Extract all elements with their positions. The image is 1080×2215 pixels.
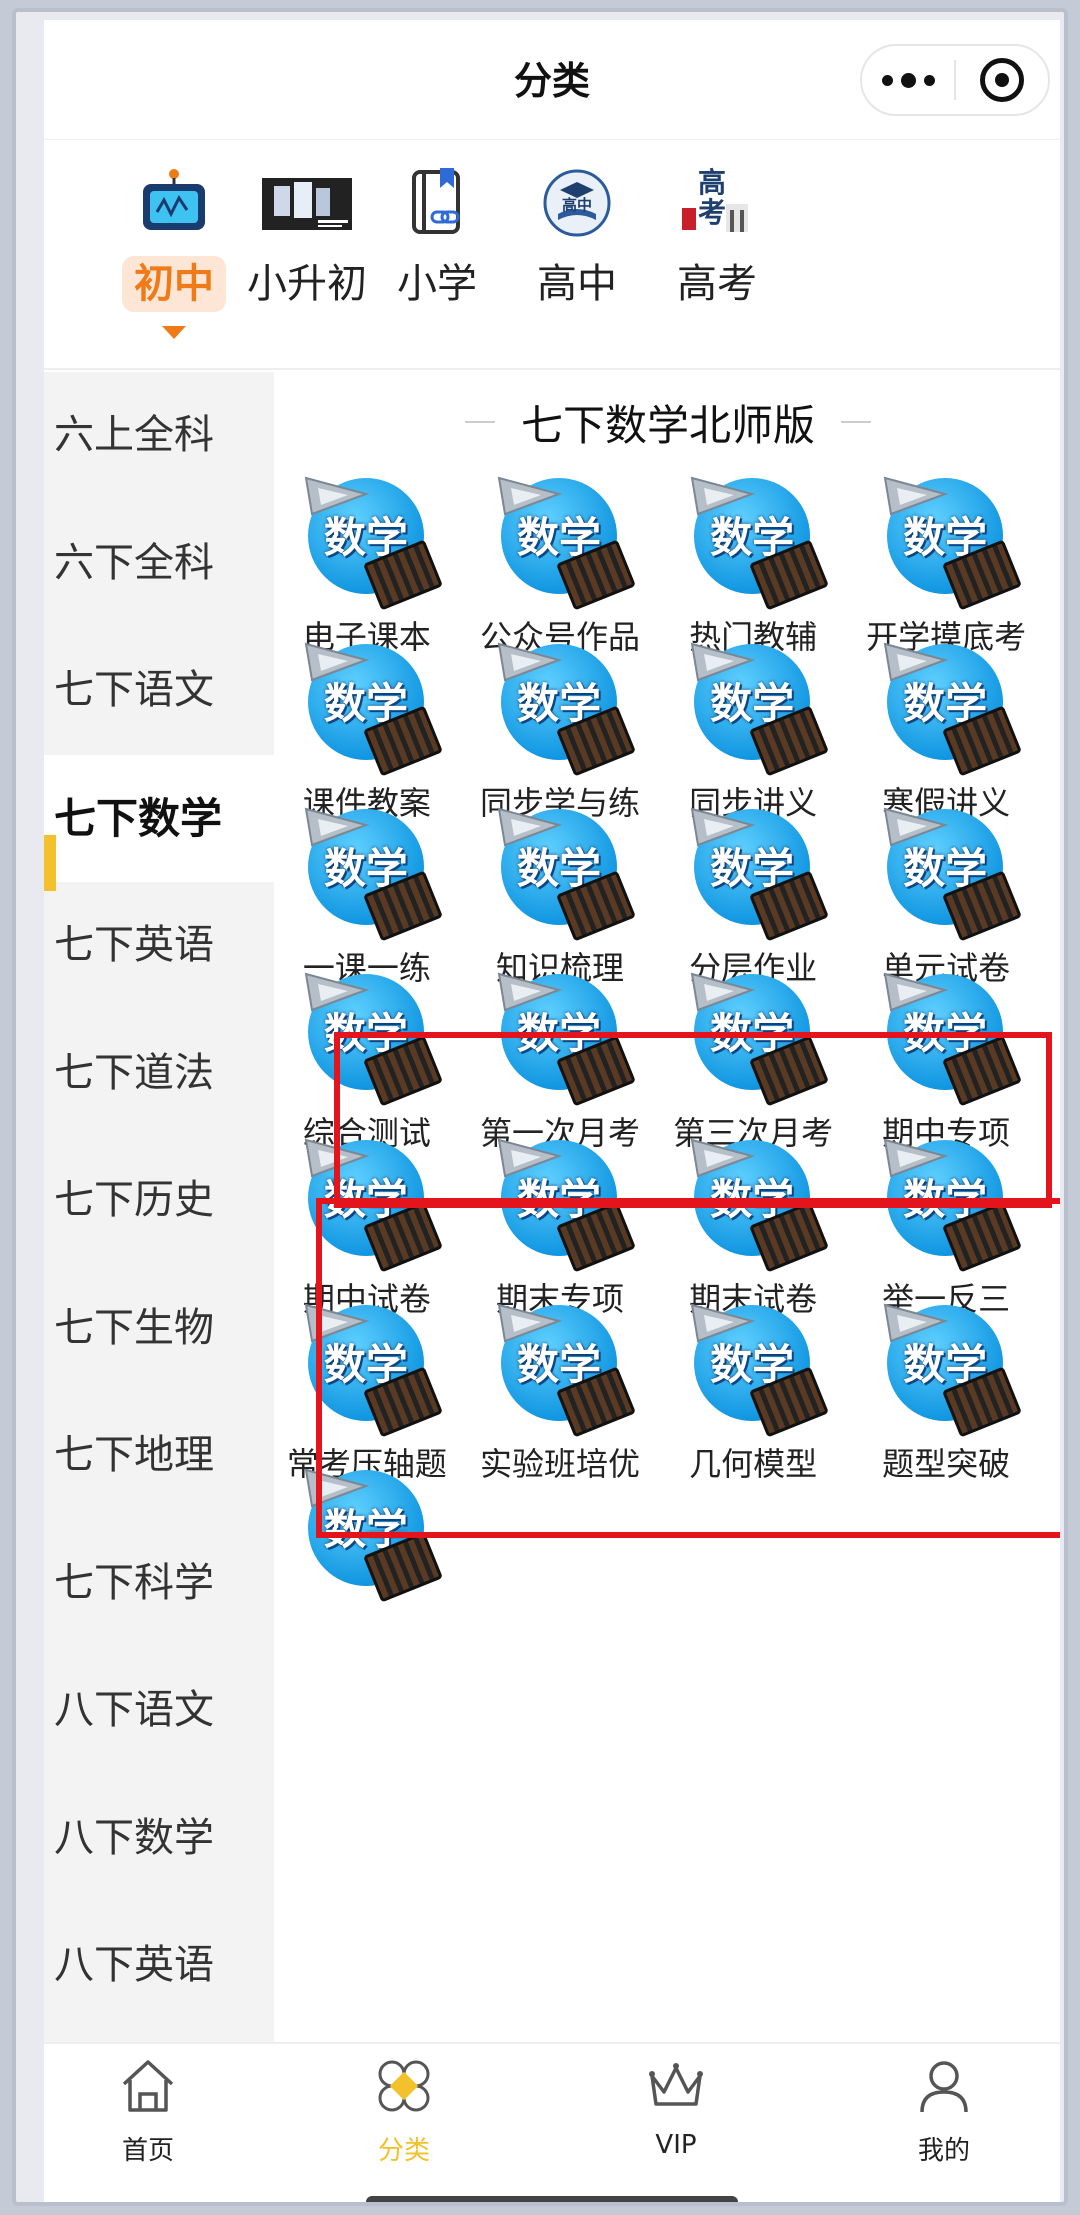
- math-subject-icon: 数学: [495, 470, 636, 611]
- grade-tab-high-school[interactable]: 高中 高中: [507, 168, 647, 368]
- sidebar-item[interactable]: 七下数学: [44, 754, 274, 882]
- active-caret-icon: [162, 326, 186, 339]
- crown-icon: [644, 2054, 708, 2118]
- math-subject-icon: 数学: [302, 470, 443, 611]
- grade-tabs: 初中 小升初 小学 高中 高中 高考 高考: [44, 140, 1060, 370]
- miniprogram-capsule: [860, 44, 1050, 116]
- sidebar-item[interactable]: 六下全科: [44, 500, 274, 628]
- math-subject-icon: 数学: [688, 636, 830, 777]
- home-indicator: [366, 2196, 738, 2202]
- section-header: 七下数学北师版: [276, 392, 1060, 452]
- subject-sidebar: 六上全科 六下全科 七下语文 七下数学 七下英语 七下道法 七下历史 七下生物 七下地理 七下科学…: [44, 372, 274, 2042]
- sidebar-item[interactable]: 八下数学: [44, 1775, 274, 1903]
- math-subject-icon: 数学: [302, 801, 443, 942]
- phone-screen: 分类 初中 小升初 小学 高中 高中 高考 高考 六上全科 六下全科 七下语文 …: [44, 20, 1060, 2202]
- book-link-icon: [402, 168, 472, 234]
- math-subject-icon: 数学: [302, 636, 443, 777]
- tab-category[interactable]: 分类: [304, 2054, 504, 2167]
- sidebar-item[interactable]: 七下英语: [44, 882, 274, 1010]
- tab-mine[interactable]: 我的: [844, 2054, 1044, 2167]
- section-title: 七下数学北师版: [520, 400, 815, 450]
- category-icon: [372, 2054, 436, 2118]
- tab-home[interactable]: 首页: [48, 2054, 248, 2167]
- sidebar-item[interactable]: 七下语文: [44, 627, 274, 755]
- sidebar-item[interactable]: 七下生物: [44, 1265, 274, 1393]
- sidebar-item[interactable]: 八下语文: [44, 1647, 274, 1775]
- screenshot-frame: 分类 初中 小升初 小学 高中 高中 高考 高考 六上全科 六下全科 七下语文 …: [12, 8, 1068, 2206]
- math-subject-icon: 数学: [495, 801, 636, 942]
- more-options-button[interactable]: [862, 72, 954, 88]
- math-subject-icon: 数学: [495, 636, 636, 777]
- tv-screen-icon: [139, 168, 209, 234]
- navigation-bar: 分类: [44, 20, 1060, 140]
- tab-vip[interactable]: VIP: [576, 2054, 776, 2160]
- sidebar-item[interactable]: 七下道法: [44, 1010, 274, 1138]
- red-highlight-box-1: [334, 1032, 1052, 1208]
- math-subject-icon: 数学: [881, 636, 1023, 777]
- high-school-badge-icon: 高中: [542, 168, 612, 237]
- math-subject-icon: 数学: [688, 470, 830, 611]
- gaokao-gate-icon: 高考: [682, 168, 752, 234]
- user-icon: [912, 2054, 976, 2118]
- sidebar-item[interactable]: 八下英语: [44, 1902, 274, 2030]
- grade-tab-junior-high[interactable]: 初中: [104, 168, 244, 368]
- red-highlight-box-2: [316, 1198, 1060, 1538]
- sidebar-item[interactable]: 六上全科: [44, 372, 274, 500]
- grade-tab-primary[interactable]: 小学: [367, 168, 507, 368]
- grade-tab-primary-to-junior[interactable]: 小升初: [237, 168, 377, 368]
- sidebar-active-marker: [44, 835, 56, 891]
- grade-tab-gaokao[interactable]: 高考 高考: [647, 168, 787, 368]
- math-subject-icon: 数学: [688, 801, 830, 942]
- close-miniprogram-button[interactable]: [956, 58, 1048, 102]
- home-icon: [116, 2054, 180, 2118]
- more-dots-icon: [881, 74, 893, 86]
- category-content: 七下数学北师版 数学 电子课本 数学 公众号作品 数学 热门教辅 数学 开学摸底考 数学 课件教案…: [276, 372, 1060, 2042]
- sidebar-item[interactable]: 七下历史: [44, 1137, 274, 1265]
- bottom-tab-bar: 首页 分类 VIP 我的: [44, 2042, 1060, 2202]
- math-subject-icon: 数学: [881, 801, 1023, 942]
- banner-thumbnail-icon: [262, 168, 352, 234]
- target-circle-icon: [980, 58, 1024, 102]
- math-subject-icon: 数学: [881, 470, 1023, 611]
- sidebar-item[interactable]: 七下地理: [44, 1392, 274, 1520]
- sidebar-item[interactable]: 七下科学: [44, 1520, 274, 1648]
